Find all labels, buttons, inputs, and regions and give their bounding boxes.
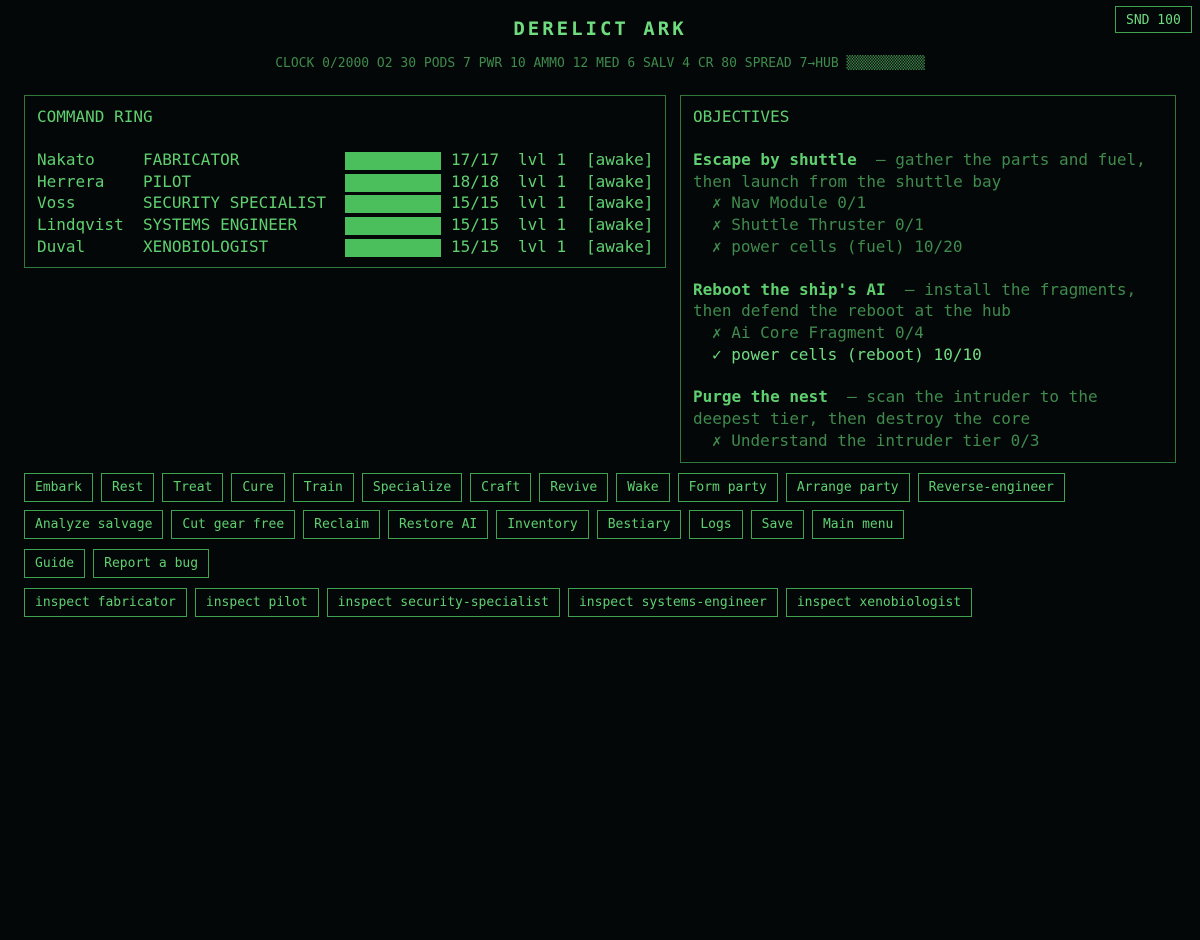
main-menu-button[interactable]: Main menu	[811, 510, 905, 539]
crew-hp-bar	[345, 152, 441, 170]
inspect-fabricator-button[interactable]: inspect fabricator	[24, 588, 187, 617]
craft-button[interactable]: Craft	[470, 473, 532, 502]
crew-hp-bar	[345, 195, 441, 214]
objective: Reboot the ship's AI — install the fragm…	[693, 279, 1163, 366]
objectives-panel: OBJECTIVES Escape by shuttle — gather th…	[680, 95, 1176, 463]
crew-state: [awake]	[586, 150, 654, 169]
report-a-bug-button[interactable]: Report a bug	[93, 549, 210, 578]
crew-name: Lindqvist	[37, 215, 124, 235]
crew-hp: 15/15	[451, 193, 500, 213]
crew-role: SECURITY SPECIALIST	[143, 193, 327, 213]
crew-level: lvl 1	[518, 215, 567, 235]
restore-ai-button[interactable]: Restore AI	[387, 510, 489, 539]
requirement-incomplete: ✗ Nav Module 0/1	[712, 193, 867, 213]
crew-level: lvl 1	[518, 171, 567, 191]
guide-button[interactable]: Guide	[24, 549, 86, 578]
crew-hp-bar	[345, 217, 441, 236]
inspect-security-specialist-button[interactable]: inspect security-specialist	[326, 588, 560, 617]
crew-hp: 18/18	[451, 171, 500, 191]
crew-hp: 15/15	[451, 236, 500, 256]
objectives-title: OBJECTIVES	[693, 107, 790, 126]
requirement-incomplete: ✗ Shuttle Thruster 0/1	[712, 215, 924, 235]
status-line: CLOCK 0/2000 O2 30 PODS 7 PWR 10 AMMO 12…	[275, 56, 925, 71]
inspect-pilot-button[interactable]: inspect pilot	[194, 588, 319, 617]
objective-summary: Reboot the ship's AI — install the fragm…	[693, 279, 1163, 322]
crew-hp-bar	[345, 238, 441, 257]
arrange-party-button[interactable]: Arrange party	[785, 473, 910, 502]
analyze-salvage-button[interactable]: Analyze salvage	[24, 510, 164, 539]
crew-list: Nakato FABRICATOR 17/17 lvl 1 [awake] Herrera…	[37, 149, 657, 257]
crew-level: lvl 1	[518, 236, 567, 256]
embark-button[interactable]: Embark	[24, 473, 93, 502]
treat-button[interactable]: Treat	[162, 473, 224, 502]
rest-button[interactable]: Rest	[100, 473, 155, 502]
inspect-systems-engineer-button[interactable]: inspect systems-engineer	[567, 588, 778, 617]
crew-name: Nakato	[37, 150, 95, 169]
crew-name: Herrera	[37, 171, 105, 191]
cure-button[interactable]: Cure	[231, 473, 285, 502]
reclaim-button[interactable]: Reclaim	[303, 510, 380, 539]
inventory-button[interactable]: Inventory	[496, 510, 589, 539]
form-party-button[interactable]: Form party	[677, 473, 778, 502]
objective-name: Purge the nest	[693, 387, 828, 407]
train-button[interactable]: Train	[292, 473, 354, 502]
crew-name: Duval	[37, 236, 86, 256]
crew-row: Lindqvist SYSTEMS ENGINEER 15/15 lvl 1 [awak…	[37, 214, 657, 236]
objective-name: Escape by shuttle	[693, 150, 857, 169]
crew-row: Voss SECURITY SPECIALIST 15/15 lvl 1 [awake]	[37, 192, 657, 214]
crew-row: Herrera PILOT 18/18 lvl 1 [awake]	[37, 171, 657, 193]
command-ring-panel: COMMAND RING Nakato FABRICATOR 17/17 lvl 1 […	[24, 95, 666, 268]
objectives-list: Escape by shuttle — gather the parts and…	[693, 149, 1163, 472]
wake-button[interactable]: Wake	[616, 473, 670, 502]
command-ring-title: COMMAND RING	[37, 107, 153, 126]
cut-gear-free-button[interactable]: Cut gear free	[171, 510, 296, 539]
crew-state: [awake]	[586, 171, 654, 191]
crew-level: lvl 1	[518, 193, 567, 213]
crew-level: lvl 1	[518, 150, 567, 169]
specialize-button[interactable]: Specialize	[361, 473, 463, 502]
crew-state: [awake]	[586, 236, 654, 256]
crew-row: Nakato FABRICATOR 17/17 lvl 1 [awake]	[37, 149, 657, 171]
crew-hp-bar	[345, 173, 441, 192]
revive-button[interactable]: Revive	[539, 473, 609, 502]
crew-role: SYSTEMS ENGINEER	[143, 215, 298, 235]
game-title: DERELICT ARK	[513, 18, 687, 40]
logs-button[interactable]: Logs	[689, 510, 743, 539]
crew-hp: 17/17	[451, 150, 500, 169]
requirement-incomplete: ✗ Ai Core Fragment 0/4	[712, 322, 924, 342]
action-bar-help: Guide Report a bug	[24, 549, 210, 578]
crew-hp: 15/15	[451, 215, 500, 235]
requirement-incomplete: ✗ Understand the intruder tier 0/3	[712, 430, 1040, 450]
objective-summary: Escape by shuttle — gather the parts and…	[693, 149, 1163, 192]
reverse-engineer-button[interactable]: Reverse-engineer	[917, 473, 1065, 502]
objective-summary: Purge the nest — scan the intruder to th…	[693, 386, 1163, 429]
crew-role: PILOT	[143, 171, 192, 191]
bestiary-button[interactable]: Bestiary	[596, 510, 682, 539]
objective-name: Reboot the ship's AI	[693, 279, 886, 299]
requirement-incomplete: ✗ power cells (fuel) 10/20	[712, 236, 963, 256]
crew-row: Duval XENOBIOLOGIST 15/15 lvl 1 [awake]	[37, 236, 657, 258]
inspect-xenobiologist-button[interactable]: inspect xenobiologist	[785, 588, 973, 617]
save-button[interactable]: Save	[750, 510, 804, 539]
crew-role: FABRICATOR	[143, 150, 240, 169]
objective: Escape by shuttle — gather the parts and…	[693, 149, 1163, 258]
action-bar-primary: Embark Rest Treat Cure Train Specialize Craft R…	[24, 473, 1065, 502]
crew-state: [awake]	[586, 193, 654, 213]
crew-role: XENOBIOLOGIST	[143, 236, 269, 256]
crew-name: Voss	[37, 193, 76, 213]
inspect-bar: inspect fabricator inspect pilot inspect s…	[24, 588, 973, 617]
crew-state: [awake]	[586, 215, 654, 235]
objective: Purge the nest — scan the intruder to th…	[693, 386, 1163, 451]
requirement-complete: ✓ power cells (reboot) 10/10	[712, 344, 982, 364]
action-bar-secondary: Analyze salvage Cut gear free Reclaim Resto…	[24, 510, 905, 539]
